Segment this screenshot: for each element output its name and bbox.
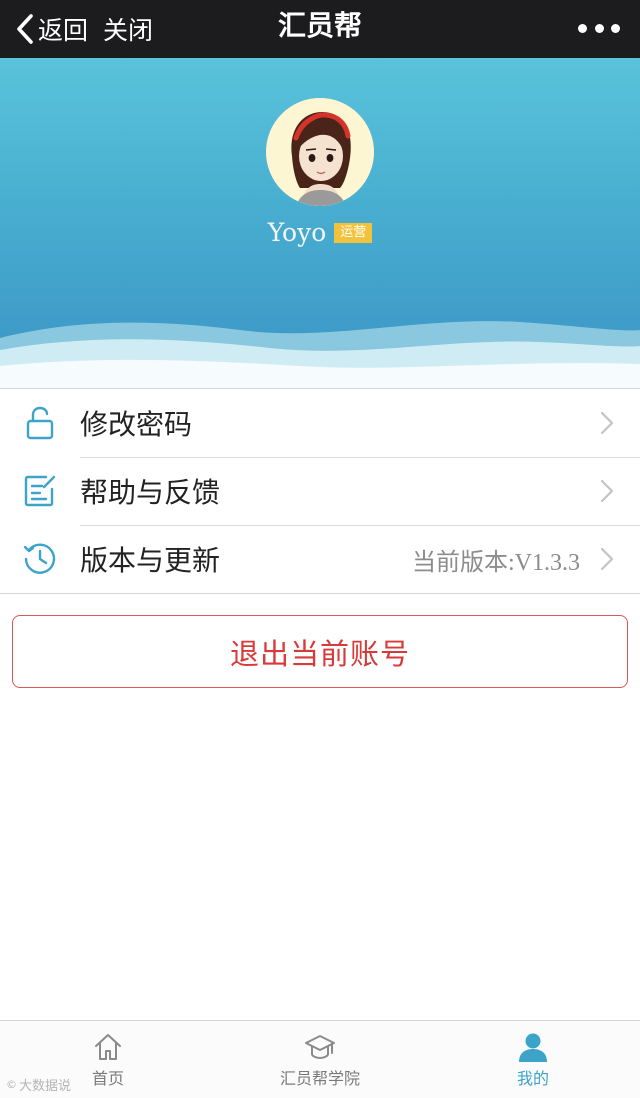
user-name: Yoyo: [267, 218, 327, 247]
wave-decoration: [0, 321, 640, 388]
chevron-right-icon: [600, 479, 614, 503]
back-button[interactable]: 返回: [14, 9, 88, 49]
more-menu-button[interactable]: [578, 14, 620, 42]
home-icon: [95, 1034, 121, 1060]
watermark: © 大数据说: [6, 1075, 71, 1094]
current-version: 当前版本:V1.3.3: [412, 549, 580, 576]
tab-label: 我的: [516, 1069, 549, 1088]
settings-menu: 修改密码 帮助与反馈 版本与更新 当前版本:V1.3.3: [0, 388, 640, 594]
logout-button[interactable]: 退出当前账号: [12, 615, 628, 688]
menu-item-help-feedback[interactable]: 帮助与反馈: [0, 457, 640, 525]
navigation-bar: 返回 关闭 汇员帮: [0, 0, 640, 58]
tab-mine[interactable]: 我的: [493, 1021, 573, 1098]
avatar-girl-illustration: [266, 98, 374, 206]
graduation-cap-icon: [305, 1035, 335, 1060]
watermark-text: 大数据说: [19, 1079, 72, 1094]
unlock-icon: [20, 403, 60, 443]
role-badge: 运营: [334, 222, 373, 243]
tab-academy[interactable]: 汇员帮学院: [260, 1021, 380, 1098]
tab-bar: 首页 汇员帮学院 我的: [0, 1020, 640, 1098]
menu-item-change-password[interactable]: 修改密码: [0, 389, 640, 457]
more-dot-icon: [578, 23, 587, 33]
chevron-left-icon: [17, 14, 33, 44]
tab-home[interactable]: 首页: [66, 1021, 150, 1098]
profile-banner: Yoyo 运营: [0, 58, 640, 388]
more-dot-icon: [594, 23, 604, 33]
menu-item-label: 版本与更新: [80, 544, 221, 577]
tab-label: 汇员帮学院: [279, 1069, 360, 1088]
watermark-logo-icon: ©: [6, 1078, 17, 1091]
avatar[interactable]: [266, 98, 374, 206]
page-title: 汇员帮: [277, 9, 362, 42]
menu-item-label: 修改密码: [80, 408, 193, 441]
history-icon: [20, 539, 60, 579]
chevron-right-icon: [600, 411, 614, 435]
close-button[interactable]: 关闭: [103, 9, 153, 49]
menu-item-version-update[interactable]: 版本与更新 当前版本:V1.3.3: [0, 525, 640, 593]
back-label: 返回: [38, 16, 89, 45]
edit-note-icon: [20, 471, 60, 511]
menu-item-label: 帮助与反馈: [80, 476, 221, 509]
user-info: Yoyo 运营: [0, 218, 640, 247]
user-icon: [519, 1033, 547, 1062]
tab-label: 首页: [91, 1069, 124, 1088]
more-dot-icon: [611, 23, 620, 33]
chevron-right-icon: [600, 547, 614, 571]
